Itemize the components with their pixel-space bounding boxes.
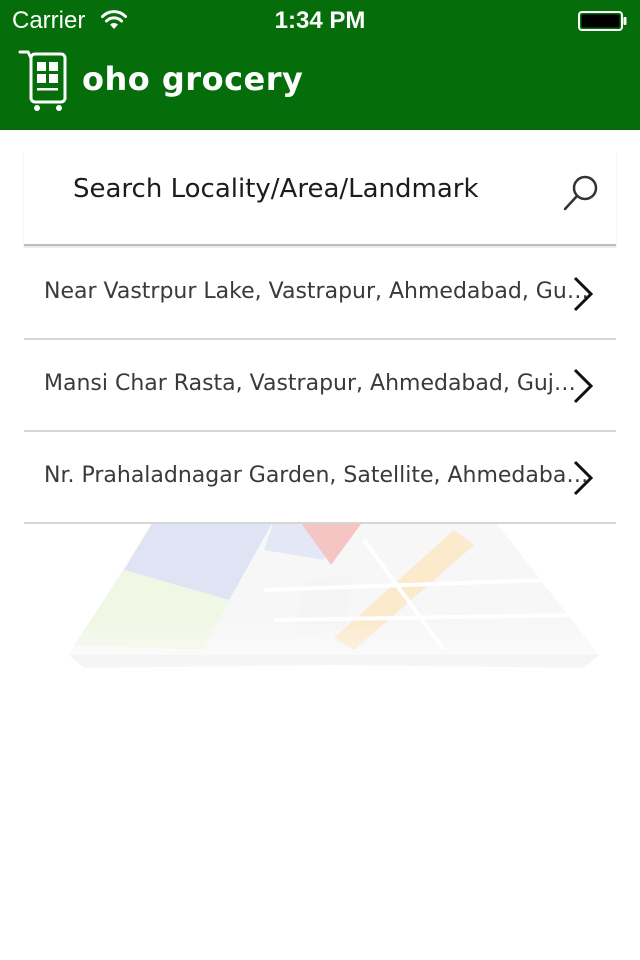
app-header: Carrier 1:34 PM oho grocery xyxy=(0,0,640,130)
chevron-right-icon xyxy=(573,276,594,312)
search-icon[interactable] xyxy=(562,174,600,212)
list-item[interactable]: Nr. Prahaladnagar Garden, Satellite, Ahm… xyxy=(24,432,616,524)
chevron-right-icon xyxy=(573,368,594,404)
location-label: Mansi Char Rasta, Vastrapur, Ahmedabad, … xyxy=(44,371,589,396)
status-time: 1:34 PM xyxy=(274,7,366,34)
list-item[interactable]: Near Vastrpur Lake, Vastrapur, Ahmedabad… xyxy=(24,248,616,340)
grocery-phone-logo-icon xyxy=(18,50,67,111)
location-label: Nr. Prahaladnagar Garden, Satellite, Ahm… xyxy=(44,463,589,488)
location-label: Near Vastrpur Lake, Vastrapur, Ahmedabad… xyxy=(44,279,589,304)
list-item[interactable]: Mansi Char Rasta, Vastrapur, Ahmedabad, … xyxy=(24,340,616,432)
search-placeholder: Search Locality/Area/Landmark xyxy=(73,174,479,204)
chevron-right-icon xyxy=(573,460,594,496)
location-results-list: Near Vastrpur Lake, Vastrapur, Ahmedabad… xyxy=(24,248,616,524)
battery-icon xyxy=(578,11,627,31)
map-illustration-icon xyxy=(24,520,616,705)
brand-name: oho grocery xyxy=(82,60,304,98)
status-bar: Carrier 1:34 PM xyxy=(0,0,640,40)
search-bar[interactable]: Search Locality/Area/Landmark xyxy=(24,150,616,246)
